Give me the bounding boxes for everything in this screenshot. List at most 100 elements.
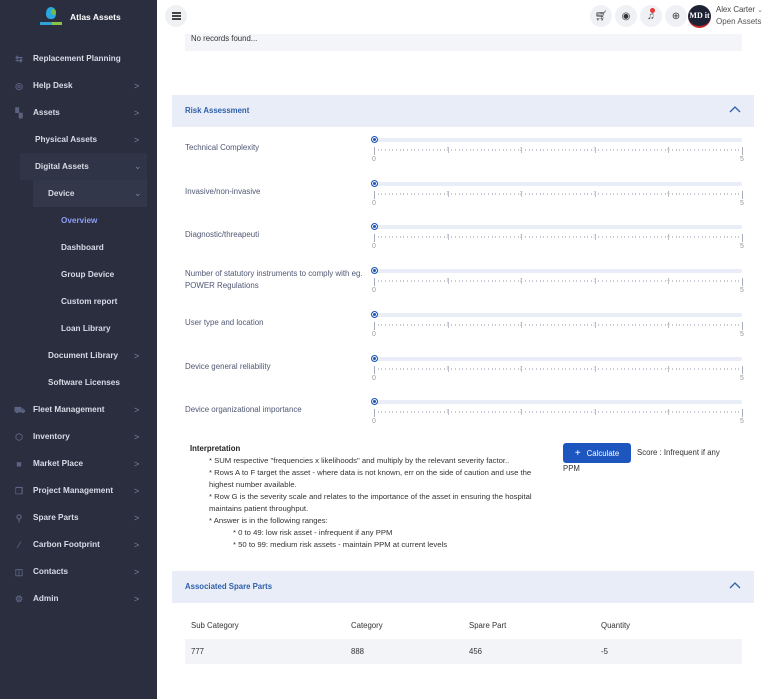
- sidebar-item-help-desk[interactable]: ◎ Help Desk >: [0, 72, 157, 99]
- risk-slider[interactable]: 0 1 2 3 4 5: [370, 178, 746, 210]
- slider-tick: [694, 192, 696, 195]
- slider-rail[interactable]: [374, 312, 742, 317]
- sidebar-item-loan-library[interactable]: Loan Library: [0, 315, 157, 342]
- sidebar-item-device[interactable]: Device ⌄: [0, 180, 157, 207]
- language-button[interactable]: ⊕: [665, 5, 687, 27]
- sidebar-item-inventory[interactable]: ⬡ Inventory >: [0, 423, 157, 450]
- slider-tick: [697, 236, 699, 239]
- slider-tick: [554, 323, 556, 326]
- risk-slider[interactable]: 0 1 2 3 4 5: [370, 309, 746, 341]
- sidebar-item-carbon-footprint[interactable]: ⁄ Carbon Footprint >: [0, 531, 157, 558]
- slider-thumb[interactable]: [370, 267, 378, 275]
- user-menu[interactable]: Alex Carter ⌄: [716, 5, 763, 14]
- slider-thumb[interactable]: [370, 179, 378, 187]
- spare-parts-header[interactable]: Associated Spare Parts: [172, 571, 754, 603]
- slider-tick-label: 4: [667, 234, 670, 241]
- sidebar-item-fleet-management[interactable]: ⛟ Fleet Management >: [0, 396, 157, 423]
- table-row[interactable]: [185, 639, 742, 664]
- slider-rail[interactable]: [374, 356, 742, 361]
- slider-tick: [653, 192, 655, 195]
- sidebar-item-contacts[interactable]: ◫ Contacts >: [0, 558, 157, 585]
- slider-tick: [480, 323, 482, 326]
- slider-tick: [454, 323, 456, 326]
- view-button[interactable]: ◉: [615, 5, 637, 27]
- slider-tick: [473, 236, 475, 239]
- slider-tick: [546, 149, 548, 151]
- slider-tick-label: 4: [667, 409, 670, 416]
- slider-tick: [701, 192, 703, 195]
- slider-tick: [580, 192, 582, 195]
- sidebar-item-digital-assets[interactable]: Digital Assets ⌄: [0, 153, 157, 180]
- risk-slider[interactable]: 0 1 2 3 4 5: [370, 396, 746, 428]
- sidebar-item-software-licenses[interactable]: Software Licenses: [0, 369, 157, 396]
- interpretation-line: maintains patient throughput.: [209, 504, 309, 513]
- slider-tick: [388, 367, 390, 370]
- slider-tick: [495, 192, 497, 195]
- slider-tick: [414, 149, 416, 151]
- slider-tick: [675, 192, 677, 195]
- slider-tick-label: 5: [740, 199, 744, 207]
- sidebar-item-spare-parts[interactable]: ⚲ Spare Parts >: [0, 504, 157, 531]
- slider-tick: [410, 149, 412, 151]
- slider-rail[interactable]: [374, 400, 742, 405]
- sidebar-item-replacement-planning[interactable]: ⇆ Replacement Planning: [0, 45, 157, 72]
- slider-thumb[interactable]: [370, 223, 378, 231]
- chevron-up-icon[interactable]: [728, 103, 742, 117]
- sidebar-item-custom-report[interactable]: Custom report: [0, 288, 157, 315]
- slider-tick: [473, 411, 475, 414]
- cart-button[interactable]: 🛒︎: [590, 5, 612, 27]
- chevron-up-icon[interactable]: [728, 579, 742, 593]
- sidebar-item-overview[interactable]: Overview: [0, 207, 157, 234]
- slider-thumb[interactable]: [370, 136, 378, 143]
- slider-rail[interactable]: [374, 181, 742, 186]
- slider-tick: [624, 280, 626, 283]
- sidebar-item-assets[interactable]: ▚ Assets >: [0, 99, 157, 126]
- slider-tick: [532, 367, 534, 370]
- risk-slider[interactable]: 0 1 2 3 4 5: [370, 134, 746, 166]
- notifications-button[interactable]: ♫︎: [640, 5, 662, 27]
- fleet-icon: ⛟: [14, 404, 26, 415]
- slider-tick: [686, 323, 688, 326]
- sidebar-item-document-library[interactable]: Document Library >: [0, 342, 157, 369]
- sidebar-item-admin[interactable]: ⚙ Admin >: [0, 585, 157, 612]
- slider-tick: [653, 236, 655, 239]
- slider-tick: [609, 367, 611, 370]
- chevron-right-icon: >: [134, 566, 140, 577]
- slider-tick: [436, 280, 438, 283]
- slider-tick: [679, 192, 681, 195]
- risk-assessment-header[interactable]: Risk Assessment: [172, 95, 754, 127]
- slider-thumb[interactable]: [370, 354, 378, 362]
- slider-tick: [502, 149, 504, 151]
- slider-tick: [421, 411, 423, 414]
- slider-rail[interactable]: [374, 225, 742, 230]
- slider-thumb[interactable]: [370, 310, 378, 318]
- slider-tick: [543, 192, 545, 195]
- slider-tick: [558, 192, 559, 195]
- risk-slider[interactable]: 0 1 2 3 4 5: [370, 221, 746, 253]
- chevron-down-icon: ⌄: [757, 7, 764, 14]
- slider-thumb[interactable]: [370, 398, 378, 406]
- sidebar-item-market-place[interactable]: ■ Market Place >: [0, 450, 157, 477]
- risk-slider[interactable]: 0 1 2 3 4 5: [370, 265, 746, 297]
- slider-tick: [532, 236, 534, 239]
- sidebar-item-group-device[interactable]: Group Device: [0, 261, 157, 288]
- avatar[interactable]: MD it: [688, 5, 711, 28]
- slider-rail[interactable]: [374, 269, 742, 274]
- slider-tick: [734, 236, 736, 239]
- slider-tick: [407, 149, 409, 151]
- calculate-button[interactable]: + Calculate: [563, 443, 631, 463]
- slider-tick: [727, 367, 729, 370]
- slider-tick: [716, 411, 718, 414]
- menu-toggle-button[interactable]: [165, 5, 187, 27]
- sidebar-item-physical-assets[interactable]: Physical Assets >: [0, 126, 157, 153]
- sidebar-item-dashboard[interactable]: Dashboard: [0, 234, 157, 261]
- slider-tick: [705, 149, 707, 151]
- slider-tick: [495, 236, 497, 239]
- sidebar-item-project-management[interactable]: ❐ Project Management >: [0, 477, 157, 504]
- slider-rail[interactable]: [374, 138, 742, 142]
- risk-slider[interactable]: 0 1 2 3 4 5: [370, 353, 746, 385]
- assets-icon: ▚: [15, 107, 23, 118]
- slider-tick: [443, 367, 445, 370]
- brand-logo[interactable]: Atlas Assets: [40, 6, 121, 28]
- slider-tick: [546, 323, 548, 326]
